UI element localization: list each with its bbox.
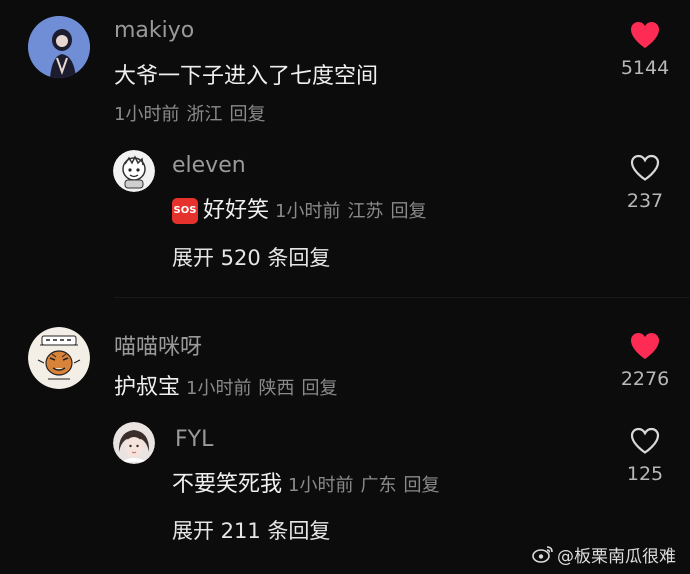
comment-location: 陕西 [258,378,295,399]
watermark-text: @板栗南瓜很难 [557,546,676,567]
divider [114,297,690,298]
avatar-illustration [113,150,155,192]
reply-text: 好好笑 [203,198,270,223]
reply-text: 不要笑死我 [172,472,283,497]
like-count: 5144 [620,57,670,79]
reply-username[interactable]: FYL [175,427,213,452]
avatar-illustration [28,16,90,78]
heart-outline-icon [630,427,660,454]
heart-outline-icon [630,154,660,181]
reply-button[interactable]: 回复 [403,475,439,496]
comment-time: 1小时前 [114,104,180,125]
comment-meta: 1小时前 浙江 回复 [114,100,272,126]
reply-text-row: SOS 好好笑 1小时前 江苏 回复 [172,192,433,224]
avatar[interactable] [113,150,155,192]
like-button[interactable]: 2276 [605,331,685,390]
avatar[interactable] [28,16,90,78]
avatar-illustration [28,327,90,389]
like-count: 125 [626,463,664,485]
reply-button[interactable]: 回复 [229,104,265,125]
watermark: @板栗南瓜很难 [532,542,676,569]
sos-emoji-icon: SOS [172,198,198,224]
like-button[interactable]: 5144 [605,20,685,79]
like-button[interactable]: 237 [605,153,685,212]
reply-button[interactable]: 回复 [390,201,426,222]
reply-time: 1小时前 [275,201,341,222]
expand-replies-button[interactable]: 展开 211 条回复 [172,515,330,545]
reply-meta: 1小时前 江苏 回复 [275,201,433,222]
comment-text-row: 护叔宝 1小时前 陕西 回复 [114,369,344,401]
comment-location: 浙江 [186,104,223,125]
expand-replies-button[interactable]: 展开 520 条回复 [172,242,330,272]
heart-filled-icon [631,22,659,48]
avatar-illustration [113,422,155,464]
like-count: 2276 [620,368,670,390]
weibo-logo-icon [532,545,554,568]
reply-meta: 1小时前 广东 回复 [288,475,446,496]
comment-text: 大爷一下子进入了七度空间 [114,64,379,89]
avatar[interactable] [28,327,90,389]
comment-username[interactable]: makiyo [114,18,194,43]
comment-text: 护叔宝 [114,375,181,400]
reply-text-row: 不要笑死我 1小时前 广东 回复 [172,466,446,498]
like-button[interactable]: 125 [605,426,685,485]
avatar[interactable] [113,422,155,464]
comment-time: 1小时前 [186,378,252,399]
reply-location: 广东 [360,475,397,496]
heart-filled-icon [631,333,659,359]
reply-time: 1小时前 [288,475,354,496]
comment-username[interactable]: 喵喵咪呀 [114,329,202,361]
reply-username[interactable]: eleven [172,153,246,178]
like-count: 237 [626,190,664,212]
reply-location: 江苏 [347,201,384,222]
reply-button[interactable]: 回复 [301,378,337,399]
comment-meta: 1小时前 陕西 回复 [186,378,344,399]
